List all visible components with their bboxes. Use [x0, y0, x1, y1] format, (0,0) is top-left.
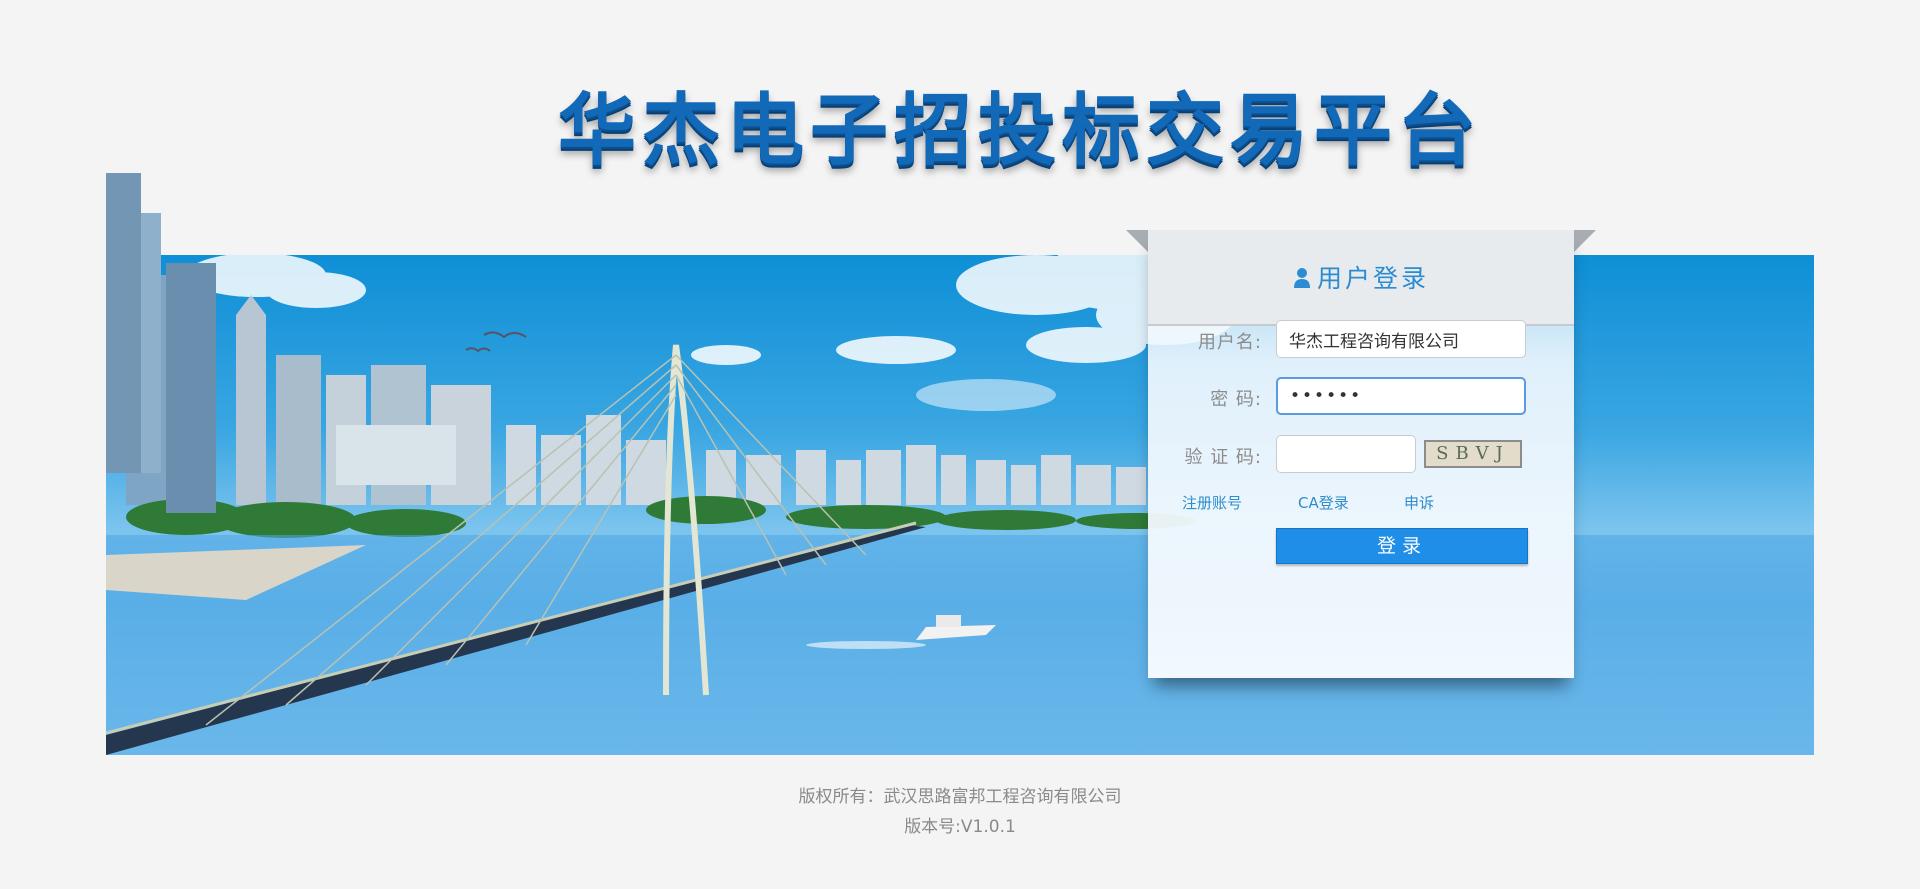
register-link[interactable]: 注册账号: [1182, 492, 1242, 513]
panel-fold-left: [1126, 230, 1148, 252]
username-label: 用户名:: [1197, 332, 1262, 353]
password-label: 密 码:: [1210, 389, 1262, 410]
panel-fold-right: [1574, 230, 1596, 252]
login-page: 华杰电子招投标交易平台 用户登录 用户名: 华杰工程咨询有限公司 密 码: ••…: [0, 0, 1920, 889]
password-row: 密 码:: [1148, 377, 1574, 417]
version-text: 版本号:V1.0.1: [904, 817, 1016, 837]
skyline: [506, 415, 1146, 505]
site-title: 华杰电子招投标交易平台: [557, 86, 1482, 176]
captcha-row: 验 证 码: SBVJ: [1148, 435, 1574, 475]
username-input[interactable]: [1276, 320, 1526, 358]
password-input[interactable]: [1276, 377, 1526, 415]
captcha-input[interactable]: [1276, 435, 1416, 473]
tower-illustration: [106, 173, 216, 513]
login-button[interactable]: 登录: [1276, 528, 1528, 564]
user-icon: [1293, 266, 1311, 288]
login-title: 用户登录: [1316, 264, 1429, 293]
appeal-link[interactable]: 申诉: [1404, 492, 1434, 513]
username-row: 用户名:: [1148, 320, 1574, 360]
footer: 版权所有：武汉思路富邦工程咨询有限公司 版本号:V1.0.1: [0, 782, 1920, 842]
login-panel: 用户登录 用户名: 密 码: 验 证 码: SBVJ 注册账号 CA登录 申诉 …: [1148, 230, 1574, 678]
login-card: 用户登录 用户名: 密 码: 验 证 码: SBVJ 注册账号 CA登录 申诉 …: [1126, 230, 1596, 700]
birds: [465, 331, 527, 353]
captcha-label: 验 证 码:: [1184, 447, 1262, 468]
ca-login-link[interactable]: CA登录: [1298, 492, 1349, 513]
captcha-image[interactable]: SBVJ: [1424, 440, 1522, 468]
login-header: 用户登录: [1148, 230, 1574, 326]
copyright-text: 版权所有：武汉思路富邦工程咨询有限公司: [798, 787, 1122, 807]
